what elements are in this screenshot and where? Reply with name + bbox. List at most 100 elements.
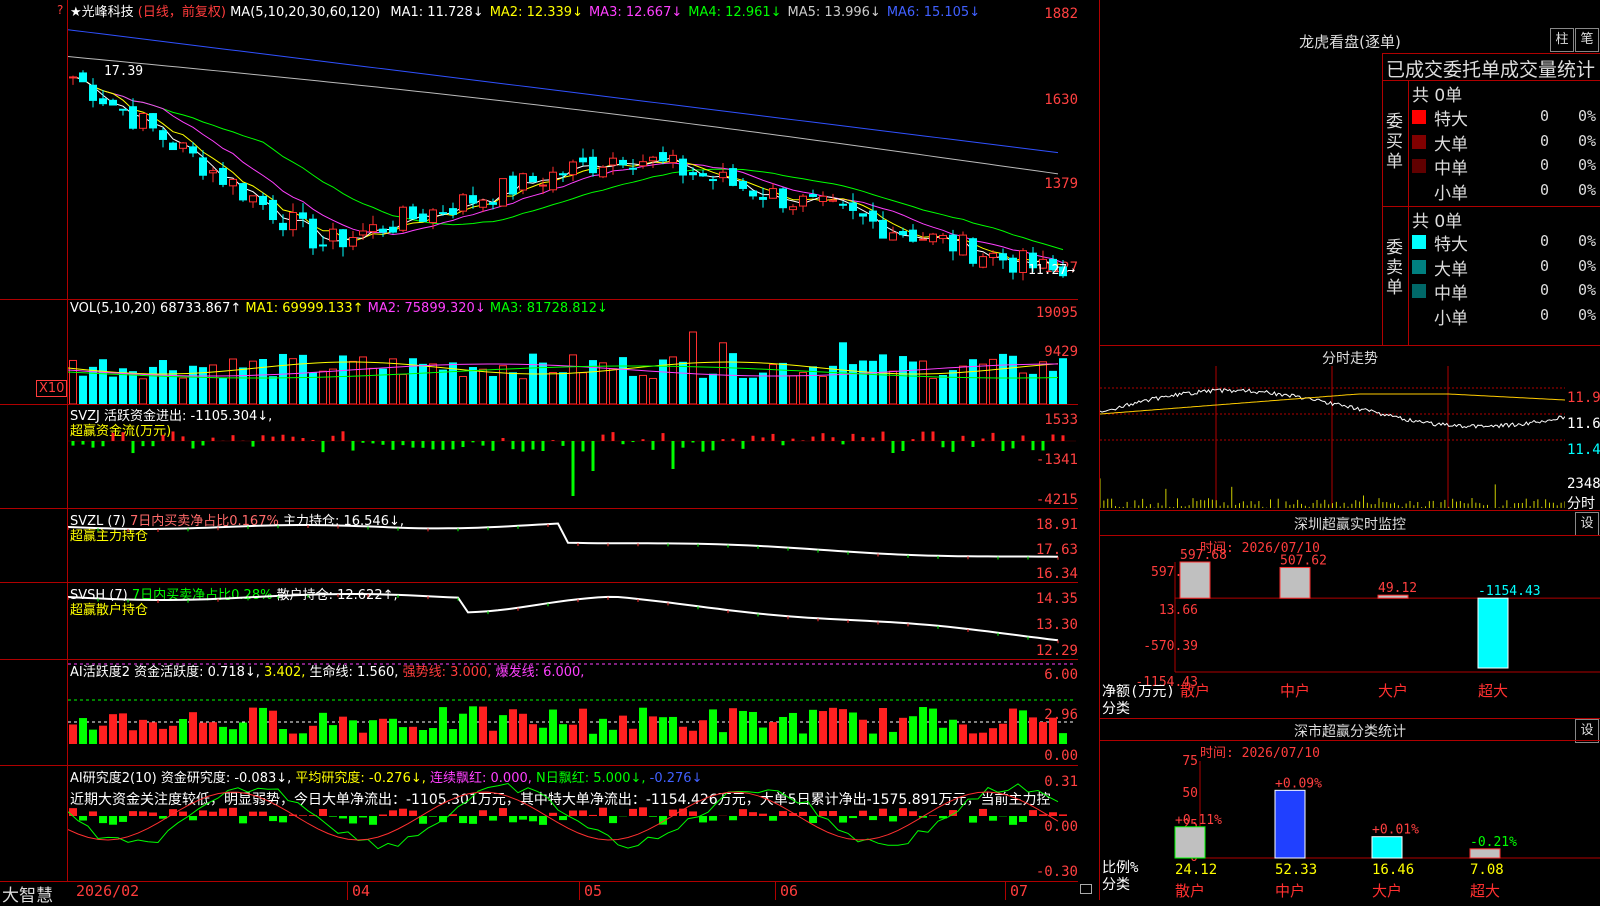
volume-bar (950, 371, 957, 404)
research-bar (79, 816, 87, 821)
net-amount-bar (1478, 598, 1508, 668)
research-bar (1029, 810, 1037, 816)
activity-bar (269, 711, 277, 744)
volume-bar (750, 378, 757, 404)
activity-bar (489, 731, 497, 744)
candle-body (340, 230, 347, 247)
research-bar (549, 813, 557, 816)
activity-bar (649, 716, 657, 744)
ai-research-chart[interactable] (68, 766, 1076, 880)
brand-label[interactable]: 大智慧 (2, 881, 53, 906)
activity-bar (1059, 733, 1067, 744)
date-divider (775, 881, 776, 900)
ratio-value-label: 52.33 (1275, 862, 1317, 878)
candle-body (850, 203, 857, 210)
sz-class-bar-chart[interactable]: +0.11%24.12散户+0.09%52.33中户+0.01%16.46大户-… (1100, 741, 1600, 900)
volume-chart[interactable] (68, 318, 1076, 404)
activity-bar (939, 728, 947, 744)
candle-body (300, 213, 307, 218)
volume-bar (500, 366, 507, 404)
question-icon[interactable]: ? (57, 3, 63, 17)
candle-body (410, 207, 417, 219)
candle-body (560, 174, 567, 175)
sz-monitor-settings-button[interactable]: 设 (1575, 512, 1599, 536)
divider (1100, 510, 1600, 511)
candle-body (400, 207, 407, 230)
candle-body (630, 168, 637, 169)
volume-bar (230, 359, 237, 404)
order-size-label: 特大 (1434, 230, 1468, 255)
activity-bar (1019, 710, 1027, 744)
candle-body (520, 174, 527, 190)
category-label: 超大 (1470, 882, 1500, 900)
research-bar (229, 808, 237, 816)
sz-class-title: 深市超赢分类统计 (1100, 721, 1600, 741)
ratio-bar (1175, 827, 1205, 858)
ratio-value-label: 24.12 (1175, 862, 1217, 878)
ai-activity-chart[interactable] (68, 660, 1076, 764)
date-tick: 04 (352, 882, 370, 900)
candle-body (760, 197, 767, 199)
volume-bar (370, 368, 377, 404)
candle-body (650, 157, 657, 161)
research-bar (839, 816, 847, 823)
research-bar (809, 816, 817, 823)
candle-body (310, 219, 317, 248)
activity-bar (769, 722, 777, 744)
activity-bar (229, 729, 237, 744)
activity-bar (589, 734, 597, 744)
volume-bar (690, 332, 697, 404)
tick-view-button[interactable]: 笔 (1575, 28, 1599, 52)
candle-body (770, 189, 777, 199)
ma5-line (68, 57, 1058, 174)
candle-body (660, 153, 667, 161)
activity-bar (609, 730, 617, 744)
bar-view-button[interactable]: 柱 (1550, 28, 1574, 52)
volume-bar (630, 376, 637, 404)
research-bar (589, 815, 597, 816)
order-percent: 0% (1578, 156, 1596, 174)
activity-bar (789, 713, 797, 744)
volume-bar (430, 364, 437, 404)
volume-bar (1030, 374, 1037, 404)
research-bar (559, 816, 567, 820)
candlestick-chart[interactable] (68, 18, 1076, 298)
activity-bar (449, 729, 457, 744)
activity-bar (1049, 718, 1057, 744)
research-bar (389, 810, 397, 816)
date-divider (347, 881, 348, 900)
activity-bar (629, 729, 637, 744)
date-tick: 06 (780, 882, 798, 900)
lock-icon[interactable] (1080, 884, 1092, 894)
candle-body (190, 147, 197, 153)
candle-body (940, 235, 947, 238)
svzj-chart[interactable] (68, 405, 1076, 508)
research-bar (149, 812, 157, 816)
volume-bar (820, 376, 827, 404)
activity-bar (669, 717, 677, 744)
candle-body (450, 209, 457, 215)
candle-body (970, 239, 977, 264)
intraday-chart[interactable] (1100, 366, 1565, 508)
ratio-bar (1372, 837, 1402, 858)
main-chart-area[interactable]: ★光峰科技 (日线，前复权) MA(5,10,20,30,60,120) MA1… (0, 0, 1078, 900)
volume-bar (740, 378, 747, 404)
candle-body (320, 245, 327, 246)
activity-bar (339, 717, 347, 744)
svsh-chart[interactable] (68, 583, 1076, 658)
date-tick: 07 (1010, 882, 1028, 900)
svzl-chart[interactable] (68, 509, 1076, 581)
ratio-change-label: -0.21% (1470, 835, 1517, 850)
activity-bar (409, 727, 417, 744)
candle-body (960, 235, 967, 255)
bar-value-label: -1154.43 (1478, 584, 1541, 599)
activity-bar (869, 734, 877, 744)
research-bar (969, 816, 977, 823)
activity-bar (759, 728, 767, 744)
bar-value-label: 597.68 (1180, 548, 1227, 563)
volume-bar (220, 378, 227, 404)
volume-bar (210, 365, 217, 404)
sz-monitor-bar-chart[interactable]: 597.68散户507.62中户49.12大户-1154.43超大 (1100, 536, 1600, 718)
activity-bar (289, 734, 297, 744)
activity-bar (109, 714, 117, 744)
